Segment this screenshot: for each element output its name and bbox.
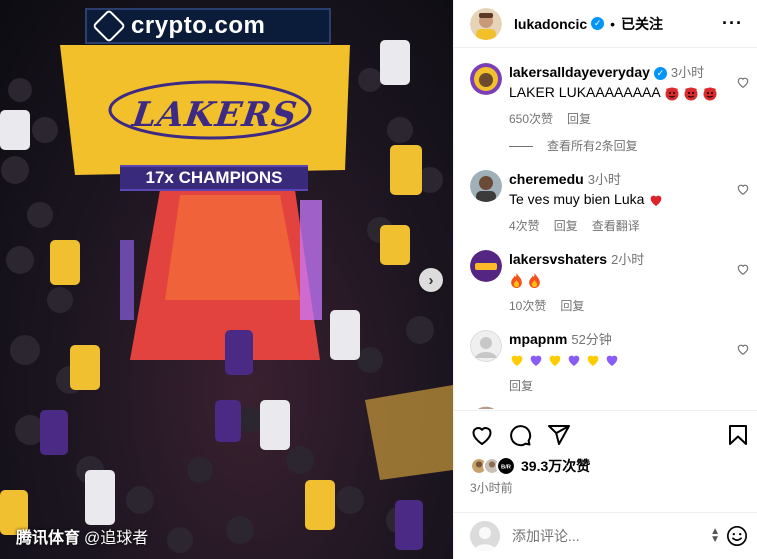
divider — [454, 410, 757, 411]
replies-line — [509, 146, 533, 148]
watermark: 腾讯体育 @追球者 — [16, 524, 148, 548]
court-logo: LAKERS — [129, 95, 301, 135]
see-translation-button[interactable]: 查看翻译 — [592, 219, 640, 233]
comment-time[interactable]: 3小时 — [671, 65, 704, 80]
likes-summary[interactable]: B/R 39.3万次赞 — [470, 456, 590, 476]
next-photo-button[interactable]: › — [419, 268, 443, 292]
red-heart-emoji-icon — [650, 195, 662, 207]
comment-text: LAKER LUKAAAAAAAA — [509, 82, 729, 102]
reply-button[interactable]: 回复 — [560, 299, 584, 313]
fire-emoji-icon — [511, 273, 522, 289]
purple-heart-emoji-icon — [530, 355, 542, 367]
comment-username[interactable]: lakersvshaters — [509, 251, 607, 267]
verified-badge-icon: ✓ — [591, 17, 605, 30]
arena-scene — [0, 40, 453, 553]
comment-time[interactable]: 52分钟 — [571, 332, 611, 347]
yellow-heart-emoji-icon — [587, 355, 599, 367]
comment-icon[interactable] — [508, 423, 532, 447]
watermark-handle: @追球者 — [84, 530, 149, 547]
commenter-avatar[interactable] — [470, 250, 502, 282]
commenter-avatar[interactable] — [470, 170, 502, 202]
likes-count[interactable]: 39.3万次赞 — [521, 456, 590, 476]
champions-banner: 17x CHAMPIONS — [120, 165, 308, 191]
commenter-avatar[interactable] — [470, 63, 502, 95]
comment-likes[interactable]: 650次赞 — [509, 112, 553, 126]
red-devil-emoji-icon — [684, 87, 698, 101]
liker-badge-text: B/R — [501, 465, 512, 471]
comment-username[interactable]: mpapnm — [509, 331, 567, 347]
more-options-icon[interactable]: ··· — [722, 13, 743, 34]
emoji-group — [664, 85, 718, 101]
comment-text: Te ves muy bien Luka — [509, 189, 729, 209]
save-bookmark-icon[interactable] — [726, 423, 750, 447]
emoji-group — [509, 272, 542, 289]
comment-like-heart-icon[interactable] — [736, 262, 750, 276]
purple-heart-emoji-icon — [568, 355, 580, 367]
comment-text-content: Te ves muy bien Luka — [509, 191, 645, 207]
sponsor-text: crypto.com — [131, 12, 266, 39]
post-header: lukadoncic ✓ • 已关注 ··· — [454, 0, 757, 48]
verified-badge-icon: ✓ — [653, 66, 667, 80]
like-heart-icon[interactable] — [470, 423, 494, 447]
comment-likes[interactable]: 10次赞 — [509, 299, 546, 313]
post-side-panel: lukadoncic ✓ • 已关注 ··· lakersalldayevery… — [453, 0, 757, 559]
current-user-avatar — [470, 521, 500, 551]
author-username[interactable]: lukadoncic — [514, 16, 587, 32]
yellow-heart-emoji-icon — [549, 355, 561, 367]
author-avatar[interactable] — [470, 7, 502, 40]
view-replies-label: 查看所有2条回复 — [547, 139, 638, 153]
add-comment-bar: ▲▼ — [454, 512, 757, 559]
watermark-brand: 腾讯体育 — [16, 530, 81, 547]
emoji-group — [509, 352, 620, 368]
comment-text — [509, 349, 729, 369]
red-devil-emoji-icon — [703, 87, 717, 101]
comment-time[interactable]: 3小时 — [588, 172, 621, 187]
red-devil-emoji-icon — [665, 87, 679, 101]
share-icon[interactable] — [547, 423, 571, 447]
comment-username[interactable]: lakersalldayeveryday — [509, 64, 650, 80]
crypto-logo-icon — [92, 9, 126, 43]
action-bar — [470, 423, 750, 451]
yellow-heart-emoji-icon — [511, 355, 523, 367]
emoji-group — [648, 192, 664, 208]
post-photo[interactable]: crypto.com LAKERS 17x CHAMPIONS › 腾讯体育 @追… — [0, 0, 453, 559]
commenter-avatar-partial — [477, 406, 495, 409]
reply-button[interactable]: 回复 — [567, 112, 591, 126]
comment-username[interactable]: cheremedu — [509, 171, 584, 187]
liker-avatar-br: B/R — [496, 456, 516, 476]
commenter-avatar[interactable] — [470, 330, 502, 362]
comment-like-heart-icon[interactable] — [736, 182, 750, 196]
comment-text — [509, 269, 729, 289]
sort-arrows-icon[interactable]: ▲ ▼ — [710, 527, 720, 545]
comment-like-heart-icon[interactable] — [736, 342, 750, 356]
comment-text-content: LAKER LUKAAAAAAAA — [509, 84, 660, 100]
separator: • — [610, 15, 616, 32]
comment-time[interactable]: 2小时 — [611, 252, 644, 267]
comments-list: lakersalldayeveryday ✓ 3小时 LAKER LUKAAAAAA… — [454, 49, 757, 409]
add-comment-input[interactable] — [512, 528, 711, 544]
user-silhouette-icon — [474, 527, 496, 551]
reply-button[interactable]: 回复 — [509, 379, 533, 393]
fire-emoji-icon — [529, 273, 540, 289]
post-timestamp[interactable]: 3小时前 — [470, 479, 513, 496]
comment-like-heart-icon[interactable] — [736, 75, 750, 89]
comment-likes[interactable]: 4次赞 — [509, 219, 540, 233]
reply-button[interactable]: 回复 — [554, 219, 578, 233]
emoji-picker-icon[interactable] — [726, 525, 748, 547]
sponsor-banner: crypto.com — [85, 8, 331, 44]
purple-heart-emoji-icon — [606, 355, 618, 367]
following-button[interactable]: 已关注 — [621, 14, 663, 34]
view-replies-button[interactable]: 查看所有2条回复 — [509, 137, 638, 154]
